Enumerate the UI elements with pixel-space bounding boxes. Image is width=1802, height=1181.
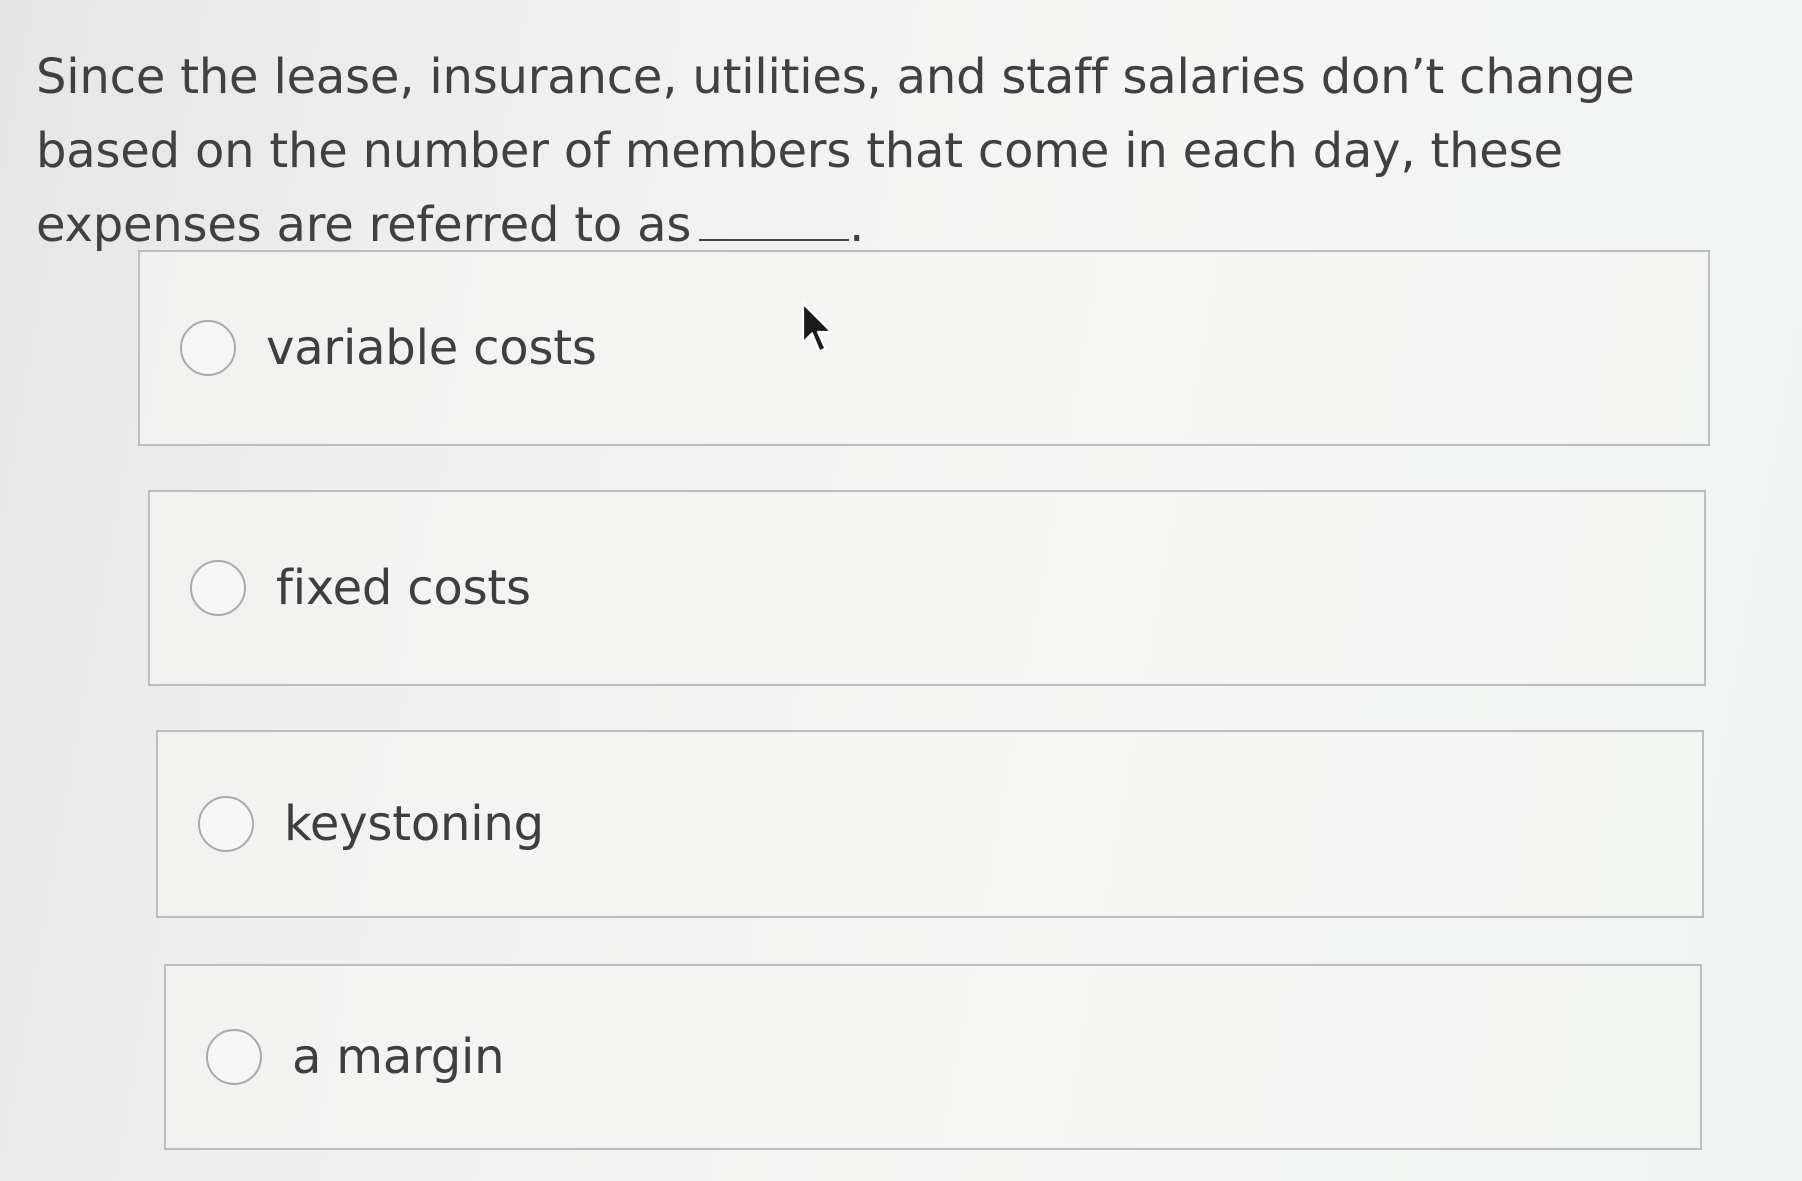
option-fixed-costs[interactable]: fixed costs <box>148 490 1706 686</box>
radio-unselected-icon[interactable] <box>190 560 246 616</box>
answer-blank <box>699 199 850 241</box>
option-label: variable costs <box>266 320 597 376</box>
option-keystoning[interactable]: keystoning <box>156 730 1704 918</box>
question-text: Since the lease, insurance, utilities, a… <box>36 40 1676 262</box>
radio-unselected-icon[interactable] <box>180 320 236 376</box>
mouse-pointer-icon <box>801 302 833 353</box>
radio-unselected-icon[interactable] <box>198 796 254 852</box>
option-a-margin[interactable]: a margin <box>164 964 1702 1150</box>
option-variable-costs[interactable]: variable costs <box>138 250 1710 446</box>
option-label: a margin <box>292 1029 505 1085</box>
radio-unselected-icon[interactable] <box>206 1029 262 1085</box>
option-label: keystoning <box>284 796 544 852</box>
option-label: fixed costs <box>276 560 531 616</box>
question-punct: . <box>849 197 865 253</box>
